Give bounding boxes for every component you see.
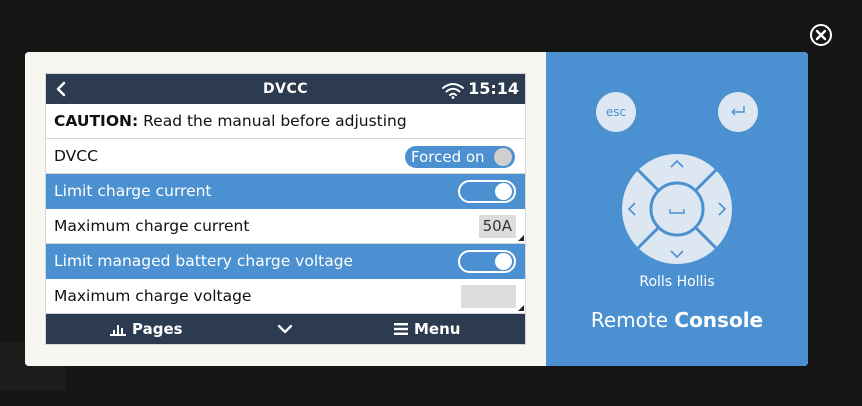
remote-console-modal: DVCC 15:14 CAUTION: Read the manual befo… — [25, 52, 808, 366]
row-label: Maximum charge voltage — [54, 287, 252, 305]
max-charge-voltage-row[interactable]: Maximum charge voltage — [46, 279, 525, 314]
row-label: Maximum charge current — [54, 217, 250, 235]
limit-battery-voltage-toggle[interactable] — [458, 250, 516, 273]
caution-label: CAUTION: — [54, 112, 139, 130]
chevron-down-icon[interactable] — [277, 322, 293, 336]
menu-label: Menu — [414, 320, 461, 338]
dvcc-forced-switch[interactable]: Forced on — [405, 146, 515, 168]
dvcc-row[interactable]: DVCC Forced on — [46, 139, 525, 174]
device-top-bar: DVCC 15:14 — [46, 74, 525, 104]
switch-knob — [494, 148, 512, 166]
caution-text: Read the manual before adjusting — [138, 112, 407, 130]
device-screen: DVCC 15:14 CAUTION: Read the manual befo… — [45, 73, 526, 345]
max-charge-current-row[interactable]: Maximum charge current 50A — [46, 209, 525, 244]
caution-row: CAUTION: Read the manual before adjustin… — [46, 104, 525, 139]
esc-button[interactable]: esc — [596, 92, 636, 132]
edit-corner-icon — [518, 305, 524, 311]
menu-button[interactable]: Menu — [394, 314, 460, 344]
device-screen-area: DVCC 15:14 CAUTION: Read the manual befo… — [25, 52, 546, 366]
device-bottom-bar: Pages Menu — [46, 314, 525, 344]
wifi-icon — [442, 83, 464, 99]
toggle-knob — [495, 183, 512, 200]
switch-label: Forced on — [411, 148, 485, 166]
row-label: Limit charge current — [54, 182, 212, 200]
pages-label: Pages — [132, 320, 183, 338]
device-name: Rolls Hollis — [639, 274, 715, 290]
row-label: Limit managed battery charge voltage — [54, 252, 354, 270]
pages-button[interactable]: Pages — [110, 314, 183, 344]
toggle-knob — [495, 253, 512, 270]
edit-corner-icon — [518, 235, 524, 241]
remote-console-label: Remote Console — [546, 308, 808, 332]
enter-icon — [731, 106, 745, 116]
bar-chart-icon — [110, 324, 126, 336]
max-charge-current-value[interactable]: 50A — [478, 215, 516, 238]
hamburger-icon — [394, 323, 408, 335]
console-label-part2: Console — [674, 308, 764, 332]
limit-charge-current-toggle[interactable] — [458, 180, 516, 203]
close-icon — [815, 29, 827, 41]
console-label-part1: Remote — [590, 308, 675, 332]
row-label: DVCC — [54, 147, 98, 165]
limit-charge-current-row[interactable]: Limit charge current — [46, 174, 525, 209]
max-charge-voltage-value[interactable] — [461, 285, 516, 308]
remote-console-panel: esc Rolls Hollis Remote Console — [546, 52, 808, 366]
close-button[interactable] — [810, 24, 832, 46]
clock: 15:14 — [468, 79, 519, 98]
limit-battery-voltage-row[interactable]: Limit managed battery charge voltage — [46, 244, 525, 279]
enter-button[interactable] — [718, 92, 758, 132]
navigation-dpad — [622, 154, 732, 264]
